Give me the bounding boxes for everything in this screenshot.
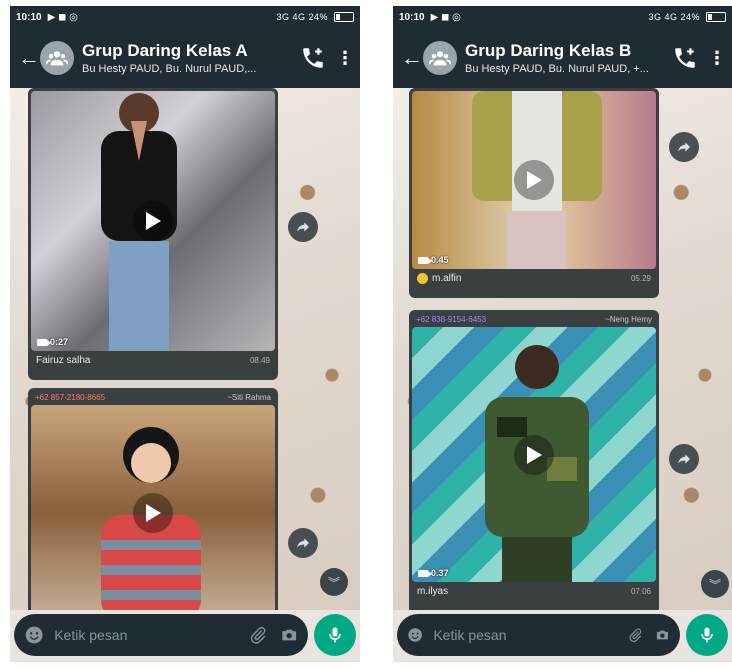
status-time: 10:10 bbox=[16, 11, 42, 23]
message-caption: m.alfin 05.29 bbox=[412, 269, 656, 286]
video-camera-icon bbox=[418, 256, 432, 264]
mic-icon[interactable] bbox=[686, 614, 728, 656]
group-members: Bu Hesty PAUD, Bu. Nurul PAUD,... bbox=[82, 63, 257, 75]
video-thumbnail[interactable] bbox=[31, 405, 275, 610]
battery-icon bbox=[706, 12, 726, 23]
signal-icons: 3G 4G 24% bbox=[648, 12, 726, 23]
chat-title-block[interactable]: Grup Daring Kelas B Bu Hesty PAUD, Bu. N… bbox=[465, 41, 666, 75]
more-vert-icon[interactable]: ⋮ bbox=[708, 48, 726, 69]
group-members: Bu Hesty PAUD, Bu. Nurul PAUD, +... bbox=[465, 63, 649, 75]
sender-row: +62 838-9154-6453 ~Neng Hemy bbox=[412, 313, 656, 327]
video-message[interactable]: 0.45 m.alfin 05.29 bbox=[409, 88, 659, 298]
chat-area[interactable]: 0.45 m.alfin 05.29 +62 838-9154-6453 ~Ne… bbox=[393, 88, 732, 610]
video-message[interactable]: +62 857-2180-8665 ~Siti Rahma bbox=[28, 388, 278, 610]
attach-icon[interactable] bbox=[249, 625, 267, 645]
back-arrow-icon[interactable]: ← bbox=[18, 45, 40, 71]
sender-row: +62 857-2180-8665 ~Siti Rahma bbox=[31, 391, 275, 405]
message-input-bar bbox=[14, 614, 308, 656]
play-icon[interactable] bbox=[133, 201, 173, 241]
caption-text: Fairuz salha bbox=[36, 355, 91, 366]
forward-icon[interactable] bbox=[669, 444, 699, 474]
play-icon[interactable] bbox=[133, 492, 173, 533]
chat-title-block[interactable]: Grup Daring Kelas A Bu Hesty PAUD, Bu. N… bbox=[82, 41, 294, 75]
add-call-icon[interactable] bbox=[300, 45, 326, 71]
forward-icon[interactable] bbox=[288, 528, 318, 558]
message-time: 07.06 bbox=[630, 587, 651, 596]
video-message[interactable]: +62 838-9154-6453 ~Neng Hemy 0.37 m.ilya… bbox=[409, 310, 659, 610]
chevron-down-double-icon[interactable]: ︾ bbox=[320, 568, 348, 596]
battery-percent: 24% bbox=[308, 11, 328, 22]
chat-screen-kelas-b: 10:10 ▶ ◼ ◎ 3G 4G 24% ← Grup Daring Kela… bbox=[393, 6, 732, 662]
emoji-icon[interactable] bbox=[24, 624, 44, 646]
group-title: Grup Daring Kelas A bbox=[82, 41, 248, 60]
chat-header: ← Grup Daring Kelas A Bu Hesty PAUD, Bu.… bbox=[10, 28, 360, 88]
message-caption: Fairuz salha 08.49 bbox=[31, 351, 275, 368]
emoji-icon[interactable] bbox=[407, 624, 423, 646]
message-time: 05.29 bbox=[630, 274, 651, 284]
forward-icon[interactable] bbox=[669, 132, 699, 162]
video-camera-icon bbox=[418, 569, 432, 577]
video-camera-icon bbox=[37, 338, 51, 346]
emoji-icon bbox=[417, 273, 428, 284]
sender-alias: ~Neng Hemy bbox=[605, 315, 652, 324]
attach-icon[interactable] bbox=[628, 625, 643, 645]
play-icon[interactable] bbox=[514, 434, 554, 475]
sender-number: +62 838-9154-6453 bbox=[416, 315, 487, 324]
video-duration: 0.37 bbox=[418, 568, 449, 578]
video-duration: 0.45 bbox=[418, 255, 449, 265]
status-bar: 10:10 ▶ ◼ ◎ 3G 4G 24% bbox=[10, 6, 360, 28]
chat-screen-kelas-a: 10:10 ▶ ◼ ◎ 3G 4G 24% ← Grup Daring Kela… bbox=[10, 6, 360, 662]
status-time: 10:10 bbox=[399, 11, 425, 23]
caption-text: m.ilyas bbox=[417, 586, 449, 597]
add-call-icon[interactable] bbox=[672, 45, 698, 71]
message-input[interactable] bbox=[431, 626, 617, 644]
chevron-down-double-icon[interactable]: ︾ bbox=[701, 570, 729, 598]
video-thumbnail[interactable]: 0:27 bbox=[31, 91, 275, 351]
battery-icon bbox=[334, 12, 354, 23]
chat-header: ← Grup Daring Kelas B Bu Hesty PAUD, Bu.… bbox=[393, 28, 732, 88]
play-icon[interactable] bbox=[514, 160, 554, 200]
back-arrow-icon[interactable]: ← bbox=[401, 45, 423, 71]
sender-alias: ~Siti Rahma bbox=[227, 393, 271, 402]
chat-area[interactable]: 0:27 Fairuz salha 08.49 +62 857-2180-866… bbox=[10, 88, 360, 610]
message-time: 08.49 bbox=[249, 356, 270, 365]
message-input-bar bbox=[397, 614, 680, 656]
video-duration: 0:27 bbox=[37, 337, 68, 347]
caption-text: m.alfin bbox=[417, 273, 461, 284]
battery-percent: 24% bbox=[680, 11, 700, 22]
signal-icons: 3G 4G 24% bbox=[276, 12, 354, 23]
message-caption: m.ilyas 07.06 bbox=[412, 582, 656, 599]
video-thumbnail[interactable]: 0.37 bbox=[412, 327, 656, 582]
camera-icon[interactable] bbox=[655, 625, 670, 645]
group-title: Grup Daring Kelas B bbox=[465, 41, 632, 60]
group-avatar-icon[interactable] bbox=[423, 41, 457, 75]
group-avatar-icon[interactable] bbox=[40, 41, 74, 75]
sender-number: +62 857-2180-8665 bbox=[35, 393, 106, 402]
message-input[interactable] bbox=[52, 626, 238, 644]
video-thumbnail[interactable]: 0.45 bbox=[412, 91, 656, 269]
notification-icons: ▶ ◼ ◎ bbox=[47, 11, 78, 23]
more-vert-icon[interactable]: ⋮ bbox=[336, 48, 354, 69]
status-bar: 10:10 ▶ ◼ ◎ 3G 4G 24% bbox=[393, 6, 732, 28]
mic-icon[interactable] bbox=[314, 614, 356, 656]
video-message[interactable]: 0:27 Fairuz salha 08.49 bbox=[28, 88, 278, 380]
notification-icons: ▶ ◼ ◎ bbox=[430, 11, 461, 23]
camera-icon[interactable] bbox=[280, 625, 298, 645]
forward-icon[interactable] bbox=[288, 212, 318, 242]
